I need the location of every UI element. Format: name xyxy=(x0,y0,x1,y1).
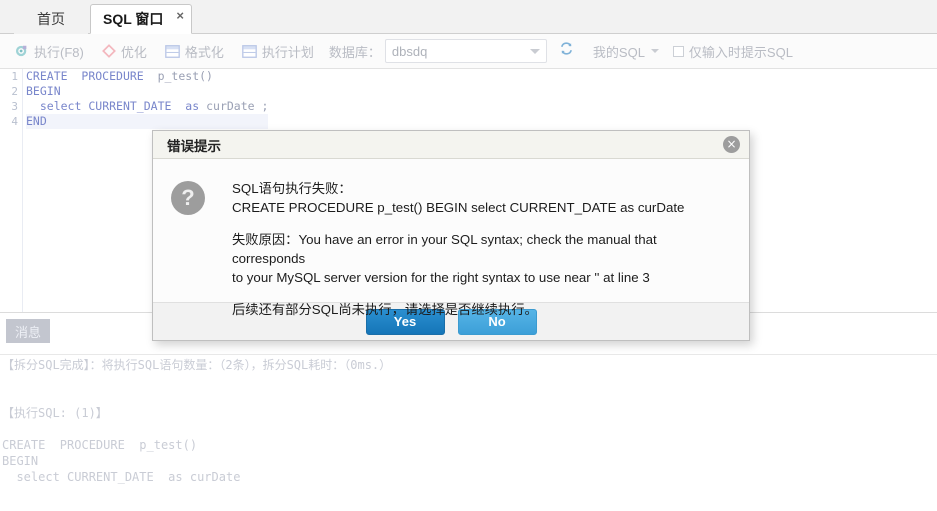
format-button-label: 格式化 xyxy=(184,44,224,60)
sql-code[interactable]: CREATE PROCEDURE p_test() BEGIN select CU… xyxy=(26,69,269,129)
execution-plan-button[interactable]: 执行计划 xyxy=(235,39,321,63)
toolbar: 执行(F8) 优化 格式化 执行计划 数据库： dbsdq 我的SQL 仅输入时… xyxy=(0,34,937,69)
checkbox-box xyxy=(672,45,684,57)
close-icon[interactable]: × xyxy=(723,136,740,153)
my-sql-button[interactable]: 我的SQL xyxy=(587,39,665,63)
tab-sql-window-label: SQL 窗口 xyxy=(103,11,164,27)
my-sql-button-label: 我的SQL xyxy=(592,44,645,60)
line-number: 3 xyxy=(11,100,18,113)
log-spacer xyxy=(0,421,937,437)
dialog-prompt: 后续还有部分SQL尚未执行，请选择是否继续执行。 xyxy=(232,302,538,317)
database-select[interactable]: dbsdq xyxy=(384,39,547,63)
tab-sql-window[interactable]: SQL 窗口 × xyxy=(90,4,192,34)
log-spacer xyxy=(0,389,937,405)
sql-client-window: 首页 SQL 窗口 × 执行(F8) 优化 格式化 执行计划 数据库： dbsd… xyxy=(0,0,937,511)
execute-button-label: 执行(F8) xyxy=(34,44,84,60)
line-number: 2 xyxy=(11,85,18,98)
diamond-icon xyxy=(101,44,116,58)
line-number: 1 xyxy=(11,70,18,83)
log-spacer xyxy=(0,485,937,501)
chevron-down-icon xyxy=(650,49,659,53)
message-panel: 消息 【拆分SQL完成】：将执行SQL语句数量：（2条），拆分SQL耗时：（0m… xyxy=(0,312,937,511)
dialog-body: ? SQL语句执行失败： CREATE PROCEDURE p_test() B… xyxy=(153,159,749,317)
table-icon xyxy=(165,44,180,58)
log-spacer xyxy=(0,501,937,511)
database-select-value: dbsdq xyxy=(391,43,428,59)
refresh-icon xyxy=(559,41,574,61)
code-line: select CURRENT_DATE as curDate ; xyxy=(39,99,269,113)
tab-messages-label: 消息 xyxy=(14,324,41,340)
log-line: 【拆分SQL完成】：将执行SQL语句数量：（2条），拆分SQL耗时：（0ms.） xyxy=(2,358,392,372)
tab-home-label: 首页 xyxy=(37,11,65,27)
log-spacer xyxy=(0,373,937,389)
format-button[interactable]: 格式化 xyxy=(158,39,231,63)
error-dialog: 错误提示 × ? SQL语句执行失败： CREATE PROCEDURE p_t… xyxy=(152,130,750,341)
code-line: CREATE PROCEDURE p_test() xyxy=(26,69,213,83)
log-line: 【执行SQL: (1)】 xyxy=(2,406,108,420)
log-line: select CURRENT_DATE as curDate xyxy=(2,470,241,484)
dialog-line-2: CREATE PROCEDURE p_test() BEGIN select C… xyxy=(232,200,685,215)
question-icon: ? xyxy=(171,181,205,215)
message-log: 【拆分SQL完成】：将执行SQL语句数量：（2条），拆分SQL耗时：（0ms.）… xyxy=(0,357,937,511)
line-number-gutter: 1 2 3 4 xyxy=(0,69,23,312)
dialog-header: 错误提示 × xyxy=(153,131,749,159)
code-line: BEGIN xyxy=(26,84,61,98)
dialog-message: SQL语句执行失败： CREATE PROCEDURE p_test() BEG… xyxy=(232,179,733,317)
log-line: CREATE PROCEDURE p_test() xyxy=(2,438,198,452)
execution-plan-button-label: 执行计划 xyxy=(261,44,314,60)
refresh-button[interactable] xyxy=(555,39,579,63)
execute-button[interactable]: 执行(F8) xyxy=(8,39,91,63)
close-icon[interactable]: × xyxy=(176,9,184,22)
optimize-button-label: 优化 xyxy=(120,44,147,60)
chevron-down-icon xyxy=(529,49,540,54)
dialog-reason-line-2: to your MySQL server version for the rig… xyxy=(232,270,650,285)
divider xyxy=(0,354,937,355)
dialog-line-1: SQL语句执行失败： xyxy=(232,181,352,196)
tab-home[interactable]: 首页 xyxy=(14,4,88,34)
gear-icon xyxy=(15,44,29,58)
database-label: 数据库： xyxy=(328,44,381,60)
hint-sql-checkbox[interactable]: 仅输入时提示SQL xyxy=(672,42,793,61)
tab-messages[interactable]: 消息 xyxy=(6,319,50,343)
code-line: END xyxy=(26,114,269,129)
dialog-reason-line-1: 失败原因：You have an error in your SQL synta… xyxy=(232,232,657,266)
optimize-button[interactable]: 优化 xyxy=(95,39,154,63)
line-number: 4 xyxy=(11,115,18,128)
dialog-title: 错误提示 xyxy=(167,138,221,154)
table-icon xyxy=(242,44,257,58)
hint-sql-checkbox-label: 仅输入时提示SQL xyxy=(688,44,793,60)
log-line: BEGIN xyxy=(2,454,39,468)
tab-strip: 首页 SQL 窗口 × xyxy=(0,0,937,34)
